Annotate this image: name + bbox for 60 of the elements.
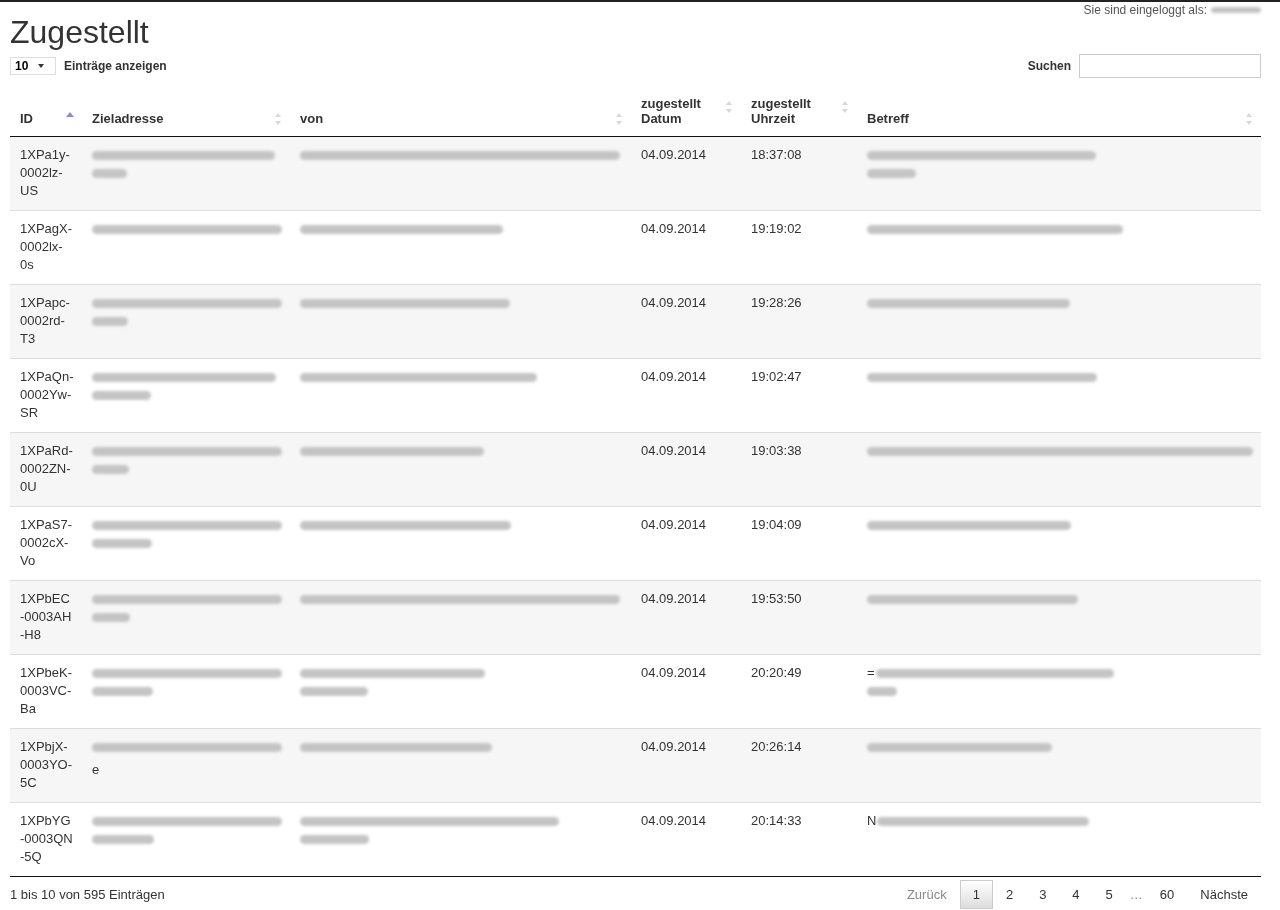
sort-icon[interactable] bbox=[615, 112, 623, 126]
column-header[interactable]: von bbox=[300, 111, 324, 126]
page-button[interactable]: 5 bbox=[1092, 880, 1126, 909]
table-cell: 19:28:26 bbox=[751, 295, 802, 310]
login-label: Sie sind eingeloggt als: bbox=[1083, 3, 1207, 17]
caret-icon bbox=[38, 64, 45, 68]
table-cell: 1XPagX-0002lx-0s bbox=[20, 221, 73, 272]
column-header[interactable]: Zieladresse bbox=[92, 111, 164, 126]
table-cell: 1XPaQn-0002Yw-SR bbox=[20, 369, 74, 420]
table-cell-text: e bbox=[92, 761, 101, 779]
table-cell: 19:04:09 bbox=[751, 517, 802, 532]
table-cell: 19:02:47 bbox=[751, 369, 802, 384]
table-cell: 1XPaRd-0002ZN-0U bbox=[20, 443, 73, 494]
column-header[interactable]: Betreff bbox=[867, 111, 909, 126]
table-cell: 04.09.2014 bbox=[641, 295, 707, 310]
next-page-button[interactable]: Nächste bbox=[1187, 880, 1261, 909]
table-cell: 04.09.2014 bbox=[641, 221, 707, 236]
table-cell: = bbox=[867, 664, 875, 682]
search-field[interactable] bbox=[1079, 54, 1261, 78]
entries-label: Einträge anzeigen bbox=[64, 59, 167, 73]
sort-icon[interactable] bbox=[725, 100, 733, 114]
entries-info: 1 bis 10 von 595 Einträgen bbox=[10, 887, 165, 902]
table-cell: 18:37:08 bbox=[751, 147, 802, 162]
table-cell: 20:26:14 bbox=[751, 739, 802, 754]
page-button[interactable]: 2 bbox=[992, 880, 1027, 909]
pagination-ellipsis: … bbox=[1128, 887, 1144, 902]
table-cell: 1XPa1y-0002lz-US bbox=[20, 147, 70, 198]
table-cell: 20:20:49 bbox=[751, 665, 802, 680]
table-cell: 04.09.2014 bbox=[641, 591, 707, 606]
table-cell: 04.09.2014 bbox=[641, 739, 707, 754]
table-cell: 04.09.2014 bbox=[641, 369, 707, 384]
column-header[interactable]: zugestellt Uhrzeit bbox=[751, 96, 821, 126]
entries-select[interactable]: 10 bbox=[10, 57, 56, 75]
table-cell: 19:03:38 bbox=[751, 443, 802, 458]
table-cell: 20:14:33 bbox=[751, 813, 802, 828]
table-cell: 1XPbjX-0003YO-5C bbox=[20, 739, 73, 790]
table-cell: 1XPaS7-0002cX-Vo bbox=[20, 517, 73, 568]
column-header[interactable]: ID bbox=[20, 111, 33, 126]
page-button[interactable]: 3 bbox=[1026, 880, 1060, 909]
search-label: Suchen bbox=[1027, 59, 1071, 73]
table-cell: 04.09.2014 bbox=[641, 517, 707, 532]
table-cell: 1XPapc-0002rd-T3 bbox=[20, 295, 70, 346]
page-button[interactable]: 60 bbox=[1146, 880, 1188, 909]
table-cell: 19:19:02 bbox=[751, 221, 802, 236]
table-cell: 04.09.2014 bbox=[641, 443, 707, 458]
table-cell: 1XPbEC-0003AH-H8 bbox=[20, 591, 72, 642]
page-button[interactable]: 4 bbox=[1059, 880, 1093, 909]
column-header[interactable]: zugestellt Datum bbox=[641, 96, 711, 126]
table-cell: 1XPbYG-0003QN-5Q bbox=[20, 813, 73, 864]
table-cell: N bbox=[867, 812, 877, 830]
table-cell: 04.09.2014 bbox=[641, 813, 707, 828]
sort-icon[interactable] bbox=[841, 100, 849, 114]
sort-icon[interactable] bbox=[274, 112, 282, 126]
table-cell: 04.09.2014 bbox=[641, 665, 707, 680]
table-cell: 19:53:50 bbox=[751, 591, 802, 606]
table-cell: 1XPbeK-0003VC-Ba bbox=[20, 665, 73, 716]
table-cell: 04.09.2014 bbox=[641, 147, 707, 162]
page-title: Zugestellt bbox=[10, 13, 149, 50]
sort-icon[interactable] bbox=[1245, 112, 1253, 126]
page-button[interactable]: 1 bbox=[959, 880, 993, 909]
